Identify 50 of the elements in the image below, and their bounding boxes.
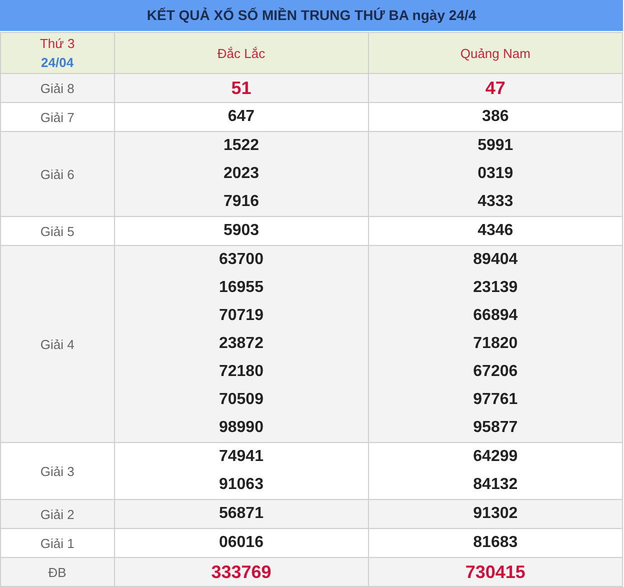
result-number: 2023	[222, 164, 260, 184]
result-number: 7916	[222, 192, 260, 212]
result-number: 47	[484, 77, 506, 100]
result-number: 1522	[222, 136, 260, 156]
prize-label: Giải 3	[0, 442, 114, 500]
result-number: 06016	[218, 533, 264, 553]
result-number: 647	[226, 107, 256, 127]
prize-label: Giải 4	[0, 246, 114, 442]
result-number: 74941	[218, 447, 264, 467]
date-label: 24/04	[40, 54, 75, 72]
result-number: 56871	[218, 504, 264, 524]
prize-label: Giải 2	[0, 500, 114, 528]
result-number: 23872	[218, 334, 264, 354]
prize-label: Giải 7	[0, 102, 114, 132]
prize-label: Giải 8	[0, 74, 114, 102]
result-number: 4346	[476, 221, 514, 241]
day-label: Thứ 3	[38, 35, 76, 53]
result-number: 71820	[472, 334, 519, 354]
result-number: 63700	[218, 250, 264, 270]
result-number: 23139	[472, 278, 519, 298]
result-number: 81683	[472, 533, 519, 553]
province-header: Quảng Nam	[368, 32, 622, 74]
result-number: 16955	[218, 278, 264, 298]
result-number: 98990	[218, 418, 264, 438]
result-number: 0319	[476, 164, 514, 184]
result-number: 5903	[222, 221, 260, 241]
result-number: 95877	[472, 418, 519, 438]
result-number: 333769	[210, 561, 272, 584]
result-number: 386	[481, 107, 510, 127]
province-header: Đắc Lắc	[114, 32, 368, 74]
result-number: 91302	[472, 504, 519, 524]
result-number: 66894	[472, 306, 519, 326]
result-number: 84132	[472, 475, 519, 495]
result-number: 91063	[218, 475, 264, 495]
result-number: 97761	[472, 390, 519, 410]
result-number: 5991	[476, 136, 514, 156]
result-number: 51	[230, 77, 252, 100]
prize-label: Giải 5	[0, 216, 114, 246]
results-title: KẾT QUẢ XỔ SỐ MIỀN TRUNG THỨ BA ngày 24/4	[0, 0, 623, 32]
result-number: 72180	[218, 362, 264, 382]
result-number: 64299	[472, 447, 519, 467]
result-number: 70719	[218, 306, 264, 326]
prize-label: Giải 6	[0, 132, 114, 216]
result-number: 89404	[472, 250, 519, 270]
result-number: 67206	[472, 362, 519, 382]
result-number: 4333	[476, 192, 514, 212]
prize-label: Giải 1	[0, 528, 114, 558]
result-number: 70509	[218, 390, 264, 410]
result-number: 730415	[464, 561, 526, 584]
prize-label: ĐB	[0, 558, 114, 586]
